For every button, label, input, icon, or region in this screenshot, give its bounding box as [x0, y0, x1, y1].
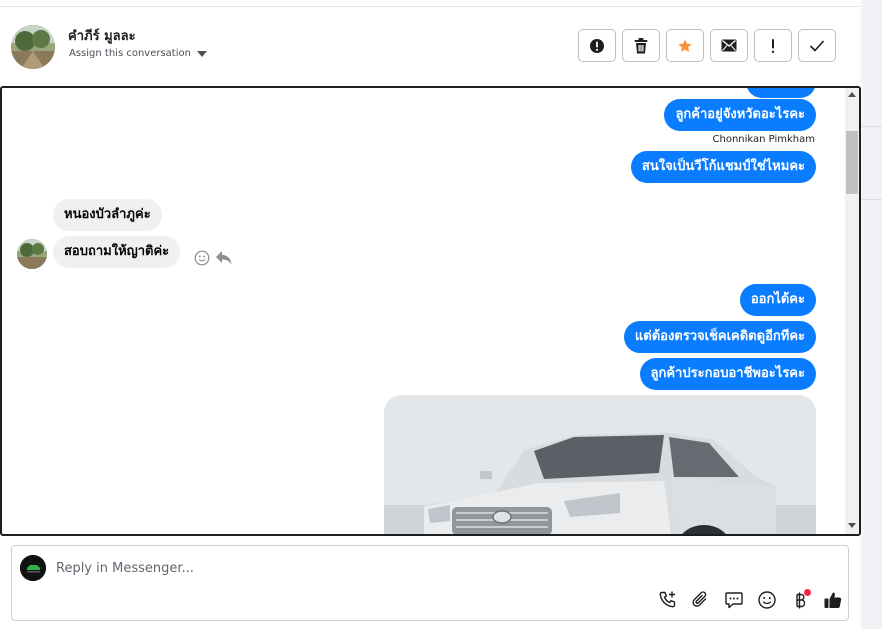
page-avatar	[20, 555, 46, 581]
scroll-up-arrow-icon[interactable]	[848, 92, 856, 97]
follow-up-button[interactable]	[754, 29, 792, 62]
outgoing-message: ลูกค้าอยู่จังหวัดอะไรคะ	[664, 99, 816, 131]
mark-done-button[interactable]	[798, 29, 836, 62]
check-icon	[810, 40, 824, 51]
incoming-message: สอบถามให้ญาติค่ะ	[53, 236, 181, 268]
sender-name: Chonnikan Pimkham	[712, 134, 815, 145]
thread-scrollbar[interactable]	[845, 88, 859, 534]
contact-avatar[interactable]	[11, 25, 55, 69]
message-thread[interactable]: ลูกค้าอยู่จังหวัดอะไรคะ Chonnikan Pimkha…	[0, 86, 861, 536]
scroll-down-arrow-icon[interactable]	[848, 523, 856, 528]
outgoing-message: แต่ต้องตรวจเช็คเคดิตดูอีกทีคะ	[623, 321, 816, 353]
conversation-actions	[578, 29, 836, 62]
exclamation-icon	[771, 38, 775, 53]
react-emoji-icon[interactable]	[194, 250, 210, 270]
envelope-icon	[721, 39, 737, 52]
trash-icon	[634, 37, 648, 53]
outgoing-message: ลูกค้าประกอบอาชีพอะไรคะ	[639, 358, 816, 390]
thumbs-up-icon[interactable]	[822, 589, 844, 611]
reply-arrow-icon[interactable]	[215, 249, 233, 270]
scroll-thumb[interactable]	[846, 131, 858, 194]
delete-button[interactable]	[622, 29, 660, 62]
star-icon	[678, 38, 692, 52]
contact-name: คำภีร์ มูลละ	[68, 29, 136, 44]
incoming-message: หนองบัวลำภูค่ะ	[53, 199, 162, 231]
star-button[interactable]	[666, 29, 704, 62]
baht-icon[interactable]	[789, 589, 811, 611]
composer-toolbar	[657, 589, 844, 611]
assign-conversation-dropdown[interactable]: Assign this conversation	[69, 48, 207, 59]
mark-spam-button[interactable]	[578, 29, 616, 62]
outgoing-bubble-partial	[746, 88, 816, 98]
contact-avatar-small	[17, 239, 47, 269]
outgoing-message: ออกได้คะ	[739, 284, 816, 316]
caret-down-icon	[196, 51, 207, 57]
reply-composer	[11, 545, 849, 621]
conversation-header: คำภีร์ มูลละ Assign this conversation	[0, 8, 860, 86]
saved-reply-icon[interactable]	[723, 589, 745, 611]
reply-input[interactable]	[56, 556, 556, 580]
outgoing-message: สนใจเป็นวีโก้แชมป์ใช่ไหมคะ	[630, 151, 816, 183]
emoji-icon[interactable]	[756, 589, 778, 611]
top-divider	[0, 6, 860, 7]
right-gutter	[860, 0, 882, 629]
mark-unread-button[interactable]	[710, 29, 748, 62]
pickup-truck-photo[interactable]	[384, 395, 816, 534]
paperclip-icon[interactable]	[690, 589, 712, 611]
assign-label: Assign this conversation	[69, 48, 191, 59]
phone-add-icon[interactable]	[657, 589, 679, 611]
notification-dot	[804, 589, 811, 596]
alert-circle-icon	[590, 38, 604, 53]
